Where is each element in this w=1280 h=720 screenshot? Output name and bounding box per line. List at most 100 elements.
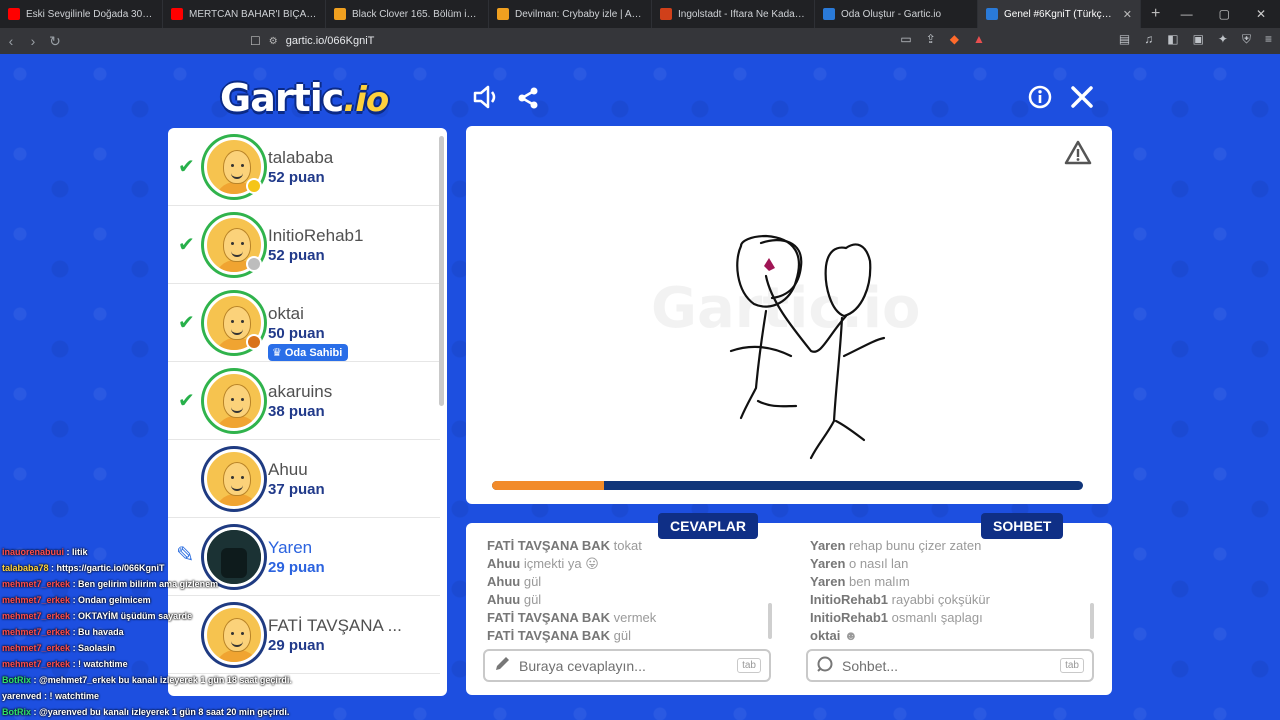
new-tab-button[interactable]: + xyxy=(1141,5,1170,23)
close-icon[interactable] xyxy=(1070,85,1094,116)
tab-favicon-icon xyxy=(986,8,998,20)
browser-tab[interactable]: Eski Sevgilinle Doğada 30 Gün Hayat xyxy=(0,0,163,28)
media-icon[interactable]: ♫ xyxy=(1144,32,1153,47)
message-text: gül xyxy=(613,628,631,643)
avatar xyxy=(204,449,264,509)
stream-chat-text: : ! watchtime xyxy=(44,691,100,701)
maximize-icon[interactable]: ▢ xyxy=(1219,7,1230,21)
menu-icon[interactable]: ≡ xyxy=(1265,32,1272,47)
back-icon[interactable]: ‹ xyxy=(0,33,22,49)
chat-label: SOHBET xyxy=(981,513,1064,539)
player-score: 52 puan xyxy=(268,169,325,186)
medal-icon xyxy=(246,256,262,272)
player-score: 37 puan xyxy=(268,481,325,498)
chat-list: Yaren rehap bunu çizer zaten Yaren o nası… xyxy=(810,537,1095,645)
player-name: InitioRehab1 xyxy=(268,226,364,245)
stream-chat-text: : @yarenved bu kanalı izleyerek 1 gün 8 … xyxy=(33,707,290,717)
browser-tab[interactable]: Black Clover 165. Bölüm izle | Anizm xyxy=(326,0,489,28)
reload-icon[interactable]: ↻ xyxy=(44,33,66,50)
message-text: tokat xyxy=(613,538,642,553)
cast-icon[interactable]: ▭ xyxy=(900,32,911,47)
stream-chat-line: talababa78 : https://gartic.io/066KgniT xyxy=(2,560,322,576)
tab-favicon-icon xyxy=(171,8,183,20)
answer-placeholder: Buraya cevaplayın... xyxy=(519,657,646,674)
room-owner-badge: ♛ Oda Sahibi xyxy=(268,344,349,361)
answer-input[interactable]: Buraya cevaplayın... tab xyxy=(483,649,771,682)
stream-chat-user: mehmet7_erkek xyxy=(2,659,71,669)
forward-icon[interactable]: › xyxy=(22,33,44,49)
stream-chat-text: : @mehmet7_erkek bu kanalı izleyerek 1 g… xyxy=(33,675,292,685)
message-text: o nasıl lan xyxy=(849,556,909,571)
tab-favicon-icon xyxy=(497,8,509,20)
answers-label: CEVAPLAR xyxy=(658,513,758,539)
stream-chat-text: : Ondan gelmicem xyxy=(72,595,151,605)
player-row[interactable]: ✔ InitioRehab1 52 puan xyxy=(168,206,440,284)
site-info-icon[interactable]: ⚙ xyxy=(269,36,278,47)
player-row[interactable]: ✔ akaruins 38 puan xyxy=(168,362,440,440)
message-user: Ahuu xyxy=(487,574,521,589)
stream-chat-text: : litik xyxy=(66,547,88,557)
players-scrollbar[interactable] xyxy=(439,136,444,406)
message-user: Ahuu xyxy=(487,592,521,607)
bookmark-icon[interactable]: ☐ xyxy=(250,34,261,48)
browser-toolbar: ‹ › ↻ ☐ ⚙ gartic.io/066KgniT ▭ ⇪ ◆ ▲ ▤ ♫… xyxy=(0,28,1280,54)
chat-input[interactable]: Sohbet... tab xyxy=(806,649,1094,682)
avatar xyxy=(204,371,264,431)
stream-chat-user: talababa78 xyxy=(2,563,49,573)
player-row[interactable]: Ahuu 37 puan xyxy=(168,440,440,518)
medal-icon xyxy=(246,178,262,194)
message-line: FATİ TAVŞANA BAK tokat xyxy=(487,537,772,555)
panel-icon[interactable]: ◧ xyxy=(1167,32,1178,47)
share-icon[interactable]: ⇪ xyxy=(926,32,936,47)
tab-favicon-icon xyxy=(334,8,346,20)
close-tab-icon[interactable]: ✕ xyxy=(1123,8,1132,21)
message-line: Yaren rehap bunu çizer zaten xyxy=(810,537,1095,555)
tab-favicon-icon xyxy=(8,8,20,20)
room-owner-label: Oda Sahibi xyxy=(284,346,343,359)
tab-title: MERTCAN BAHAR'I BIÇAK ÇIKARTMA xyxy=(189,8,317,20)
vpn-icon[interactable]: ⛨ xyxy=(1242,32,1251,47)
share-icon[interactable] xyxy=(516,86,540,117)
message-user: FATİ TAVŞANA BAK xyxy=(487,538,611,553)
chat-scrollbar[interactable] xyxy=(1090,603,1094,639)
message-user: Yaren xyxy=(810,574,846,589)
brave-shield-icon[interactable]: ◆ xyxy=(950,32,959,47)
message-user: Ahuu xyxy=(487,556,521,571)
message-line: FATİ TAVŞANA BAK gül xyxy=(487,627,772,645)
tab-favicon-icon xyxy=(660,8,672,20)
info-icon[interactable] xyxy=(1028,85,1052,116)
close-window-icon[interactable]: ✕ xyxy=(1256,7,1266,21)
stream-chat-line: mehmet7_erkek : OKTAYİM üşüdüm sayarde xyxy=(2,608,322,624)
stream-chat-line: inauorenabuui : litik xyxy=(2,544,322,560)
browser-tab[interactable]: MERTCAN BAHAR'I BIÇAK ÇIKARTMA xyxy=(163,0,326,28)
wallet-icon[interactable]: ▣ xyxy=(1193,32,1204,47)
browser-tab[interactable]: Oda Oluştur - Gartic.io xyxy=(815,0,978,28)
answers-scrollbar[interactable] xyxy=(768,603,772,639)
message-text: gül xyxy=(523,592,542,607)
player-row[interactable]: ✔ talababa 52 puan xyxy=(168,128,440,206)
rewards-icon[interactable]: ▲ xyxy=(973,32,985,47)
leo-icon[interactable]: ✦ xyxy=(1218,32,1228,47)
player-row[interactable]: ✔ oktai 50 puan ♛ Oda Sahibi xyxy=(168,284,440,362)
round-timer-fill xyxy=(492,481,605,490)
address-bar[interactable]: ☐ ⚙ gartic.io/066KgniT xyxy=(250,30,1002,52)
message-user: InitioRehab1 xyxy=(810,592,889,607)
stream-chat-user: BotRix xyxy=(2,675,31,685)
message-text: rehap bunu çizer zaten xyxy=(849,538,982,553)
stream-chat-line: mehmet7_erkek : ! watchtime xyxy=(2,656,322,672)
message-line: oktai ☻ xyxy=(810,627,1095,645)
sound-icon[interactable] xyxy=(472,84,500,117)
url-text: gartic.io/066KgniT xyxy=(285,35,375,47)
browser-tab[interactable]: Genel #6KgniT (Türkçe) - Gartic. ✕ xyxy=(978,0,1141,28)
stream-chat-user: mehmet7_erkek xyxy=(2,643,71,653)
minimize-icon[interactable]: — xyxy=(1181,7,1193,21)
message-line: FATİ TAVŞANA BAK vermek xyxy=(487,609,772,627)
message-user: Yaren xyxy=(810,538,846,553)
sidebar-icon[interactable]: ▤ xyxy=(1119,32,1130,47)
browser-tab-bar: Eski Sevgilinle Doğada 30 Gün Hayat MERTC… xyxy=(0,0,1280,28)
browser-tab[interactable]: Devilman: Crybaby izle | Anizm xyxy=(489,0,652,28)
browser-tab[interactable]: Ingolstadt - İftara Ne Kadar Kaldı - S xyxy=(652,0,815,28)
player-score: 38 puan xyxy=(268,403,325,420)
drawing-canvas[interactable]: Gartic.io xyxy=(466,126,1112,504)
stream-chat-line: mehmet7_erkek : Saolasin xyxy=(2,640,322,656)
